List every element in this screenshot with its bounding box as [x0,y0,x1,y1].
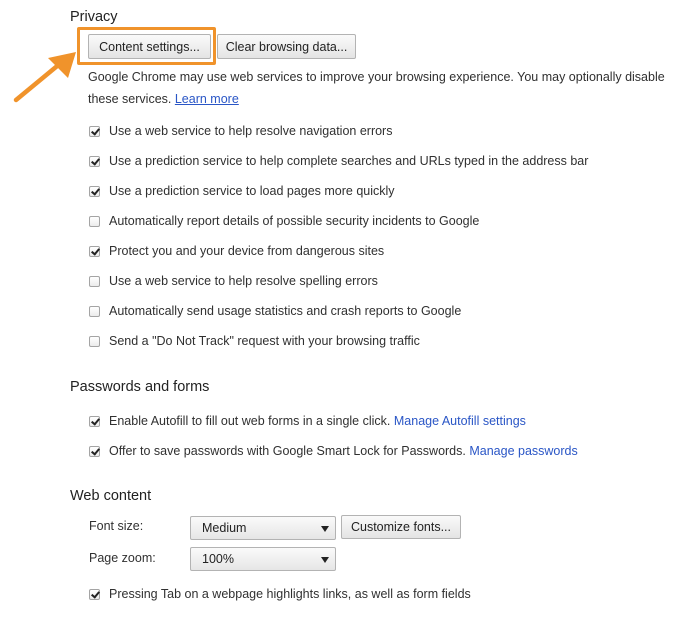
privacy-section-title: Privacy [70,9,118,25]
privacy-option-checkbox[interactable] [89,245,100,257]
font-size-label: Font size: [89,519,144,533]
highlight-box [77,27,216,65]
privacy-option-label: Automatically report details of possible… [109,214,480,228]
privacy-option[interactable]: Automatically send usage statistics and … [89,302,461,320]
chevron-down-icon [321,526,329,532]
page-zoom-value: 100% [202,552,234,566]
passwords-section-title: Passwords and forms [70,379,210,395]
font-size-value: Medium [202,521,247,535]
pointer-arrow-icon [13,52,76,103]
privacy-option-label: Automatically send usage statistics and … [109,304,462,318]
privacy-option-label: Use a prediction service to help complet… [109,154,589,168]
privacy-option[interactable]: Protect you and your device from dangero… [89,242,384,260]
tab-highlight-checkbox[interactable] [89,588,100,600]
learn-more-link[interactable]: Learn more [175,92,239,106]
font-size-select[interactable]: Medium [190,516,336,540]
privacy-option-label: Use a prediction service to load pages m… [109,184,395,198]
privacy-option[interactable]: Automatically report details of possible… [89,212,479,230]
manage-passwords-link[interactable]: Manage passwords [469,444,577,458]
tab-highlight-label: Pressing Tab on a webpage highlights lin… [109,587,471,601]
privacy-option-checkbox[interactable] [89,305,100,317]
privacy-description: Google Chrome may use web services to im… [88,66,688,110]
page-zoom-label: Page zoom: [89,551,156,565]
autofill-label: Enable Autofill to fill out web forms in… [109,414,391,428]
privacy-option-checkbox[interactable] [89,155,100,167]
page-zoom-select[interactable]: 100% [190,547,336,571]
save-passwords-label: Offer to save passwords with Google Smar… [109,444,466,458]
privacy-option-label: Use a web service to help resolve naviga… [109,124,393,138]
save-passwords-option[interactable]: Offer to save passwords with Google Smar… [89,442,578,460]
privacy-option-checkbox[interactable] [89,335,100,347]
privacy-option[interactable]: Use a prediction service to help complet… [89,152,588,170]
privacy-option-label: Protect you and your device from dangero… [109,244,385,258]
customize-fonts-button[interactable]: Customize fonts... [341,515,461,539]
privacy-option-checkbox[interactable] [89,185,100,197]
privacy-option[interactable]: Use a web service to help resolve naviga… [89,122,392,140]
privacy-option[interactable]: Send a "Do Not Track" request with your … [89,332,420,350]
privacy-option[interactable]: Use a web service to help resolve spelli… [89,272,378,290]
tab-highlight-option[interactable]: Pressing Tab on a webpage highlights lin… [89,585,471,603]
save-passwords-checkbox[interactable] [89,445,100,457]
web-content-section-title: Web content [70,488,152,504]
privacy-option-label: Send a "Do Not Track" request with your … [109,334,420,348]
privacy-option[interactable]: Use a prediction service to load pages m… [89,182,395,200]
privacy-option-checkbox[interactable] [89,275,100,287]
privacy-option-label: Use a web service to help resolve spelli… [109,274,378,288]
clear-browsing-data-button[interactable]: Clear browsing data... [217,34,356,59]
autofill-option[interactable]: Enable Autofill to fill out web forms in… [89,412,526,430]
autofill-checkbox[interactable] [89,415,100,427]
privacy-option-checkbox[interactable] [89,125,100,137]
privacy-option-checkbox[interactable] [89,215,100,227]
manage-autofill-link[interactable]: Manage Autofill settings [394,414,526,428]
chevron-down-icon [321,557,329,563]
